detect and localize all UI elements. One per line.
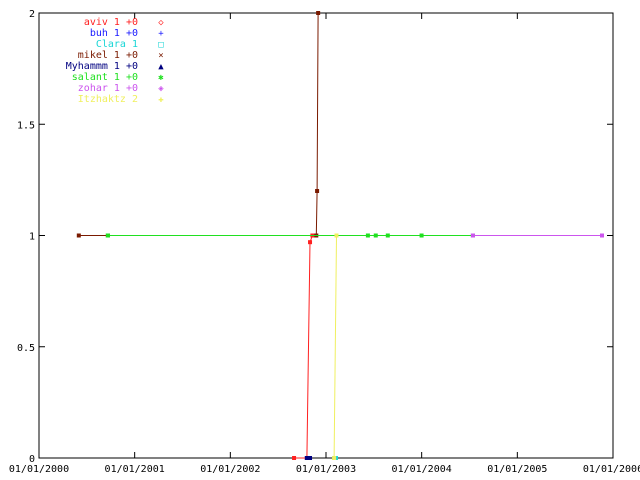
legend-label: zohar 1 +0 xyxy=(78,83,138,94)
y-tick-label: 1 xyxy=(29,232,35,243)
y-axis-tick-labels: 00.511.52 xyxy=(17,9,35,465)
legend-marker-icon: ▲ xyxy=(158,62,164,72)
data-point xyxy=(315,189,320,193)
data-point xyxy=(292,456,297,460)
legend-marker-icon: ◇ xyxy=(158,18,164,28)
legend-label: aviv 1 +0 xyxy=(84,17,138,28)
x-tick-label: 01/01/2005 xyxy=(487,464,547,475)
data-point xyxy=(316,11,321,15)
y-tick-label: 1.5 xyxy=(17,120,35,131)
data-point xyxy=(385,233,390,238)
legend-marker-icon: □ xyxy=(158,40,164,50)
data-point xyxy=(332,456,337,460)
legend-label: mikel 1 +0 xyxy=(78,50,138,61)
x-tick-label: 01/01/2004 xyxy=(392,464,452,475)
data-point xyxy=(105,233,110,238)
data-point xyxy=(365,233,370,238)
legend-marker-icon: ◈ xyxy=(158,84,164,94)
x-tick-label: 01/01/2000 xyxy=(9,464,69,475)
x-tick-label: 01/01/2001 xyxy=(105,464,165,475)
x-tick-label: 01/01/2003 xyxy=(296,464,356,475)
data-point xyxy=(308,240,313,245)
x-axis-tick-labels: 01/01/2000 01/01/2001 01/01/2002 01/01/2003… xyxy=(9,464,640,475)
y-tick-label: 2 xyxy=(29,9,35,20)
data-point xyxy=(419,233,424,238)
data-point xyxy=(373,233,378,238)
series-5 xyxy=(304,456,313,460)
legend-label: salant 1 +0 xyxy=(72,72,138,83)
legend-marker-icon: ✱ xyxy=(158,73,164,83)
legend-label: Clara 1 xyxy=(96,39,138,50)
data-point xyxy=(600,233,605,238)
x-tick-label: 01/01/2002 xyxy=(200,464,260,475)
legend-label: Myhammm 1 +0 xyxy=(66,61,138,72)
data-point xyxy=(308,456,313,460)
legend-label: buh 1 +0 xyxy=(90,28,138,39)
line-chart: 00.511.52 01/01/2000 01/01/2001 01/01/2002… xyxy=(9,9,640,475)
legend-marker-icon: + xyxy=(158,29,164,39)
data-point xyxy=(76,233,81,238)
legend-label: Itzhaktz 2 xyxy=(78,94,138,105)
legend-marker-icon: × xyxy=(158,51,163,61)
x-tick-label: 01/01/2006 xyxy=(583,464,640,475)
legend-marker-icon: ✚ xyxy=(158,95,164,105)
data-point xyxy=(470,233,475,238)
data-point xyxy=(334,233,339,238)
y-tick-label: 0.5 xyxy=(17,343,35,354)
